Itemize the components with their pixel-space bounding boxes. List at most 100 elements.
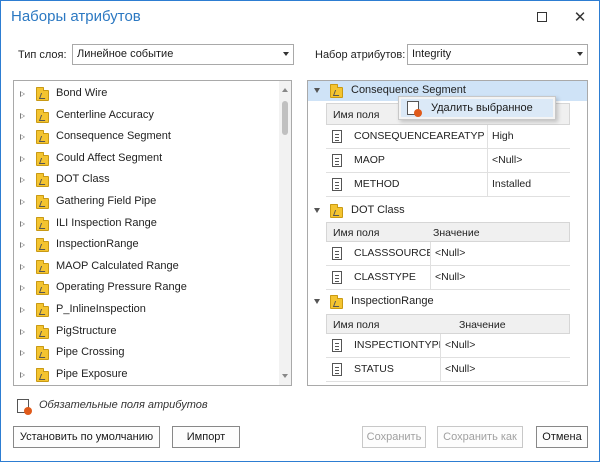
field-value[interactable]: Installed (487, 173, 531, 196)
field-icon (332, 363, 342, 376)
list-item-label: InspectionRange (56, 238, 139, 251)
maximize-icon (537, 12, 547, 22)
save-button[interactable]: Сохранить (362, 426, 426, 448)
list-item[interactable]: ILI Inspection Range (14, 214, 276, 235)
list-item[interactable]: P_InlineInspection (14, 300, 276, 321)
list-item[interactable]: Consequence Segment (14, 127, 276, 148)
list-item[interactable]: Could Affect Segment (14, 149, 276, 170)
delete-selected-menu-item[interactable]: Удалить выбранное (401, 99, 553, 117)
chevron-down-icon (283, 52, 289, 56)
list-item[interactable]: Bond Wire (14, 84, 276, 105)
table-row[interactable]: CONSEQUENCEAREATYPE High (326, 125, 570, 149)
column-header-field: Имя поля (333, 109, 380, 121)
list-item-label: Centerline Accuracy (56, 108, 154, 121)
field-icon (332, 130, 342, 143)
collapse-icon[interactable] (314, 88, 320, 93)
context-menu: Удалить выбранное (398, 96, 556, 120)
table-row[interactable]: CLASSTYPE <Null> (326, 266, 570, 290)
layer-type-label: Тип слоя: (18, 49, 67, 61)
expand-icon[interactable] (20, 91, 25, 97)
list-item[interactable]: Gathering Field Pipe (14, 192, 276, 213)
list-item[interactable]: MAOP Calculated Range (14, 257, 276, 278)
field-value[interactable]: <Null> (440, 358, 475, 381)
group-name: DOT Class (351, 204, 405, 216)
field-value[interactable]: <Null> (440, 334, 475, 357)
table-row[interactable]: STATUS <Null> (326, 358, 570, 382)
list-item[interactable]: Operating Pressure Range (14, 278, 276, 299)
cancel-button[interactable]: Отмена (536, 426, 588, 448)
table-row[interactable]: CLASSSOURCE <Null> (326, 242, 570, 266)
scroll-up-icon[interactable] (282, 88, 288, 92)
field-icon (332, 154, 342, 167)
group-header-inspection-range[interactable]: InspectionRange (308, 292, 587, 312)
expand-icon[interactable] (20, 350, 25, 357)
collapse-icon[interactable] (314, 208, 320, 213)
expand-icon[interactable] (20, 307, 25, 313)
field-icon (332, 271, 342, 284)
expand-icon[interactable] (20, 199, 25, 205)
list-item-label: Operating Pressure Range (56, 281, 187, 294)
required-fields-text: Обязательные поля атрибутов (39, 399, 208, 411)
expand-icon[interactable] (20, 242, 25, 249)
close-button[interactable]: ✕ (567, 5, 593, 29)
field-icon (332, 178, 342, 191)
expand-icon[interactable] (20, 220, 25, 227)
chevron-down-icon (577, 52, 583, 56)
expand-icon[interactable] (20, 371, 25, 378)
layer-type-select[interactable]: Линейное событие (72, 44, 294, 65)
expand-icon[interactable] (20, 285, 25, 292)
layer-icon (36, 108, 49, 123)
field-icon (332, 339, 342, 352)
list-item[interactable]: Pipe Crossing (14, 343, 276, 364)
group-name: InspectionRange (351, 295, 434, 307)
list-item[interactable]: InspectionRange (14, 235, 276, 256)
list-item-label: Pipe Exposure (56, 367, 128, 380)
list-item-label: Gathering Field Pipe (56, 195, 157, 207)
table-row[interactable]: INSPECTIONTYPE <Null> (326, 334, 570, 358)
table-row[interactable]: METHOD Installed (326, 173, 570, 197)
attribute-sets-dialog: Наборы атрибутов ✕ Тип слоя: Линейное со… (0, 0, 600, 462)
layer-icon (36, 281, 49, 296)
vertical-scrollbar[interactable] (279, 81, 291, 385)
group-header-dot-class[interactable]: DOT Class (308, 201, 587, 221)
expand-icon[interactable] (20, 112, 25, 119)
field-value[interactable]: <Null> (430, 242, 465, 265)
field-value[interactable]: <Null> (430, 266, 465, 289)
field-name: CLASSSOURCE (354, 247, 430, 259)
list-item[interactable]: Pipe Exposure (14, 365, 276, 385)
attribute-set-select[interactable]: Integrity (407, 44, 588, 65)
layer-icon (36, 346, 49, 361)
expand-icon[interactable] (20, 177, 25, 184)
expand-icon[interactable] (20, 328, 25, 335)
group-name: Consequence Segment (351, 84, 466, 96)
list-item[interactable]: PigStructure (14, 322, 276, 343)
list-item-label: ILI Inspection Range (56, 216, 157, 229)
table-row[interactable]: MAOP <Null> (326, 149, 570, 173)
set-default-button[interactable]: Установить по умолчанию (13, 426, 160, 448)
attribute-groups-panel: Consequence Segment Имя поля CONSEQUENCE… (307, 80, 588, 386)
scroll-down-icon[interactable] (282, 374, 288, 378)
expand-icon[interactable] (20, 263, 25, 270)
import-button[interactable]: Импорт (172, 426, 240, 448)
list-item-label: Pipe Crossing (56, 346, 125, 359)
layer-list-panel: Bond Wire Centerline Accuracy Consequence … (13, 80, 292, 386)
field-name: CONSEQUENCEAREATYPE (354, 130, 484, 142)
expand-icon[interactable] (20, 134, 25, 141)
field-value[interactable]: High (487, 125, 514, 148)
layer-icon (36, 151, 49, 166)
collapse-icon[interactable] (314, 299, 320, 304)
scroll-thumb[interactable] (282, 101, 288, 135)
maximize-button[interactable] (529, 5, 555, 29)
save-as-button[interactable]: Сохранить как (437, 426, 523, 448)
title-bar: Наборы атрибутов ✕ (1, 1, 599, 33)
list-item-label: Consequence Segment (56, 130, 171, 143)
list-item[interactable]: DOT Class (14, 170, 276, 191)
layer-icon (36, 216, 49, 231)
field-name: CLASSTYPE (354, 271, 416, 283)
list-item[interactable]: Centerline Accuracy (14, 106, 276, 127)
field-value[interactable]: <Null> (487, 149, 522, 172)
expand-icon[interactable] (20, 155, 25, 162)
required-field-icon (17, 399, 32, 415)
field-icon (332, 247, 342, 260)
close-icon: ✕ (573, 9, 587, 26)
